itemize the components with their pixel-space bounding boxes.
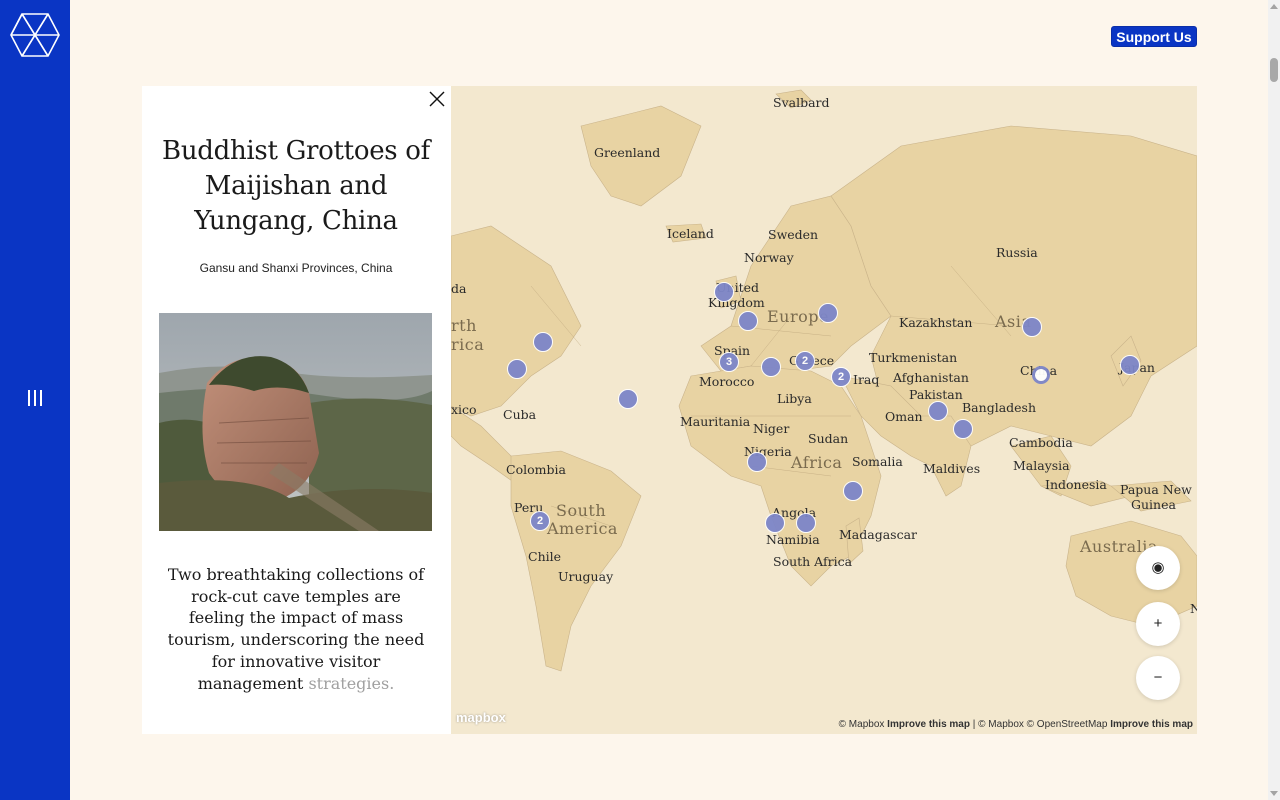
map-marker[interactable] [761,357,781,377]
scrollbar-thumb[interactable] [1270,58,1278,82]
mapbox-logo[interactable]: mapbox [456,710,506,725]
map-marker[interactable] [843,481,863,501]
description-text-faded: strategies. [308,673,395,693]
scroll-up-arrow-icon[interactable] [1270,4,1278,9]
attribution-separator: | [972,719,976,730]
map-marker[interactable] [747,452,767,472]
page-scrollbar[interactable] [1268,0,1280,800]
menu-icon[interactable] [28,390,42,408]
map-marker-cluster[interactable]: 3 [719,352,739,372]
map-marker[interactable] [738,311,758,331]
map-marker[interactable] [818,303,838,323]
map-marker[interactable] [765,513,785,533]
scroll-down-arrow-icon[interactable] [1270,791,1278,796]
zoom-out-button[interactable]: − [1136,656,1180,700]
map-marker[interactable] [796,513,816,533]
zoom-in-button[interactable]: + [1136,602,1180,646]
map-marker[interactable] [714,282,734,302]
support-us-button[interactable]: Support Us [1111,26,1197,47]
site-location: Gansu and Shanxi Provinces, China [199,261,393,275]
site-photo [159,313,432,531]
lattice-logo-icon[interactable] [10,12,60,58]
map-marker-cluster[interactable]: 2 [831,367,851,387]
locate-button[interactable]: ◉ [1136,546,1180,590]
attribution-osm[interactable]: © Mapbox © OpenStreetMap [978,719,1107,730]
map-attribution: © Mapbox Improve this map | © Mapbox © O… [839,719,1193,730]
map-marker[interactable] [928,401,948,421]
map-marker-cluster[interactable]: 2 [795,351,815,371]
map-marker[interactable] [1022,317,1042,337]
site-description: Two breathtaking collections of rock-cut… [162,564,430,694]
site-title: Buddhist Grottoes of Maijishan and Yunga… [162,136,430,236]
attribution-mapbox[interactable]: © Mapbox [839,719,885,730]
sidebar [0,0,70,800]
site-info-panel: Buddhist Grottoes of Maijishan and Yunga… [142,86,451,734]
map-marker[interactable] [1120,355,1140,375]
map-marker[interactable] [618,389,638,409]
map-basemap [451,86,1197,734]
map-marker[interactable] [953,419,973,439]
map-marker-cluster[interactable]: 2 [530,511,550,531]
close-icon[interactable] [428,90,446,108]
map-marker-selected[interactable] [1032,366,1050,384]
world-map[interactable]: Svalbard Greenland Iceland Sweden Norway… [451,86,1197,734]
improve-map-link[interactable]: Improve this map [887,719,970,730]
improve-map-link[interactable]: Improve this map [1110,719,1193,730]
map-marker[interactable] [507,359,527,379]
map-marker[interactable] [533,332,553,352]
